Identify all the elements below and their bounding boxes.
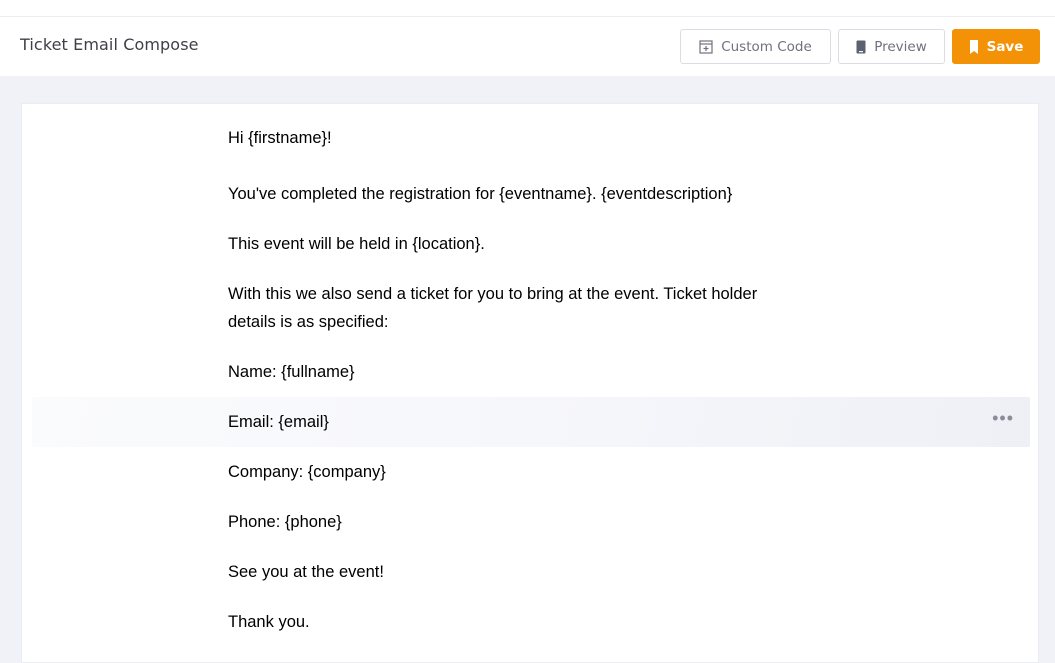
- email-line-thanks[interactable]: Thank you.: [228, 608, 310, 636]
- email-line-greeting[interactable]: Hi {firstname}!: [228, 124, 332, 152]
- hovered-block[interactable]: •••: [32, 397, 1030, 447]
- email-line-location[interactable]: This event will be held in {location}.: [228, 230, 485, 258]
- email-line-registration[interactable]: You've completed the registration for {e…: [228, 180, 732, 208]
- custom-code-label: Custom Code: [721, 38, 812, 55]
- compose-header: Ticket Email Compose Custom Code Preview: [0, 17, 1055, 76]
- email-line-ticket-1[interactable]: With this we also send a ticket for you …: [228, 280, 757, 308]
- save-icon: [969, 39, 979, 54]
- email-line-phone[interactable]: Phone: {phone}: [228, 508, 342, 536]
- save-button[interactable]: Save: [952, 29, 1040, 64]
- email-line-name[interactable]: Name: {fullname}: [228, 358, 355, 386]
- email-editor-panel: ••• Hi {firstname}! You've completed the…: [21, 103, 1039, 663]
- email-line-company[interactable]: Company: {company}: [228, 458, 386, 486]
- email-line-email[interactable]: Email: {email}: [228, 408, 329, 436]
- device-icon: [856, 40, 866, 54]
- email-line-closing[interactable]: See you at the event!: [228, 558, 384, 586]
- top-strip: [0, 0, 1055, 17]
- more-options-icon[interactable]: •••: [992, 408, 1014, 428]
- preview-label: Preview: [874, 38, 927, 55]
- custom-code-button[interactable]: Custom Code: [680, 29, 831, 64]
- preview-button[interactable]: Preview: [838, 29, 945, 64]
- save-label: Save: [986, 38, 1024, 55]
- page-title: Ticket Email Compose: [20, 35, 199, 54]
- email-line-ticket-2[interactable]: details is as specified:: [228, 308, 389, 336]
- code-block-icon: [699, 39, 713, 54]
